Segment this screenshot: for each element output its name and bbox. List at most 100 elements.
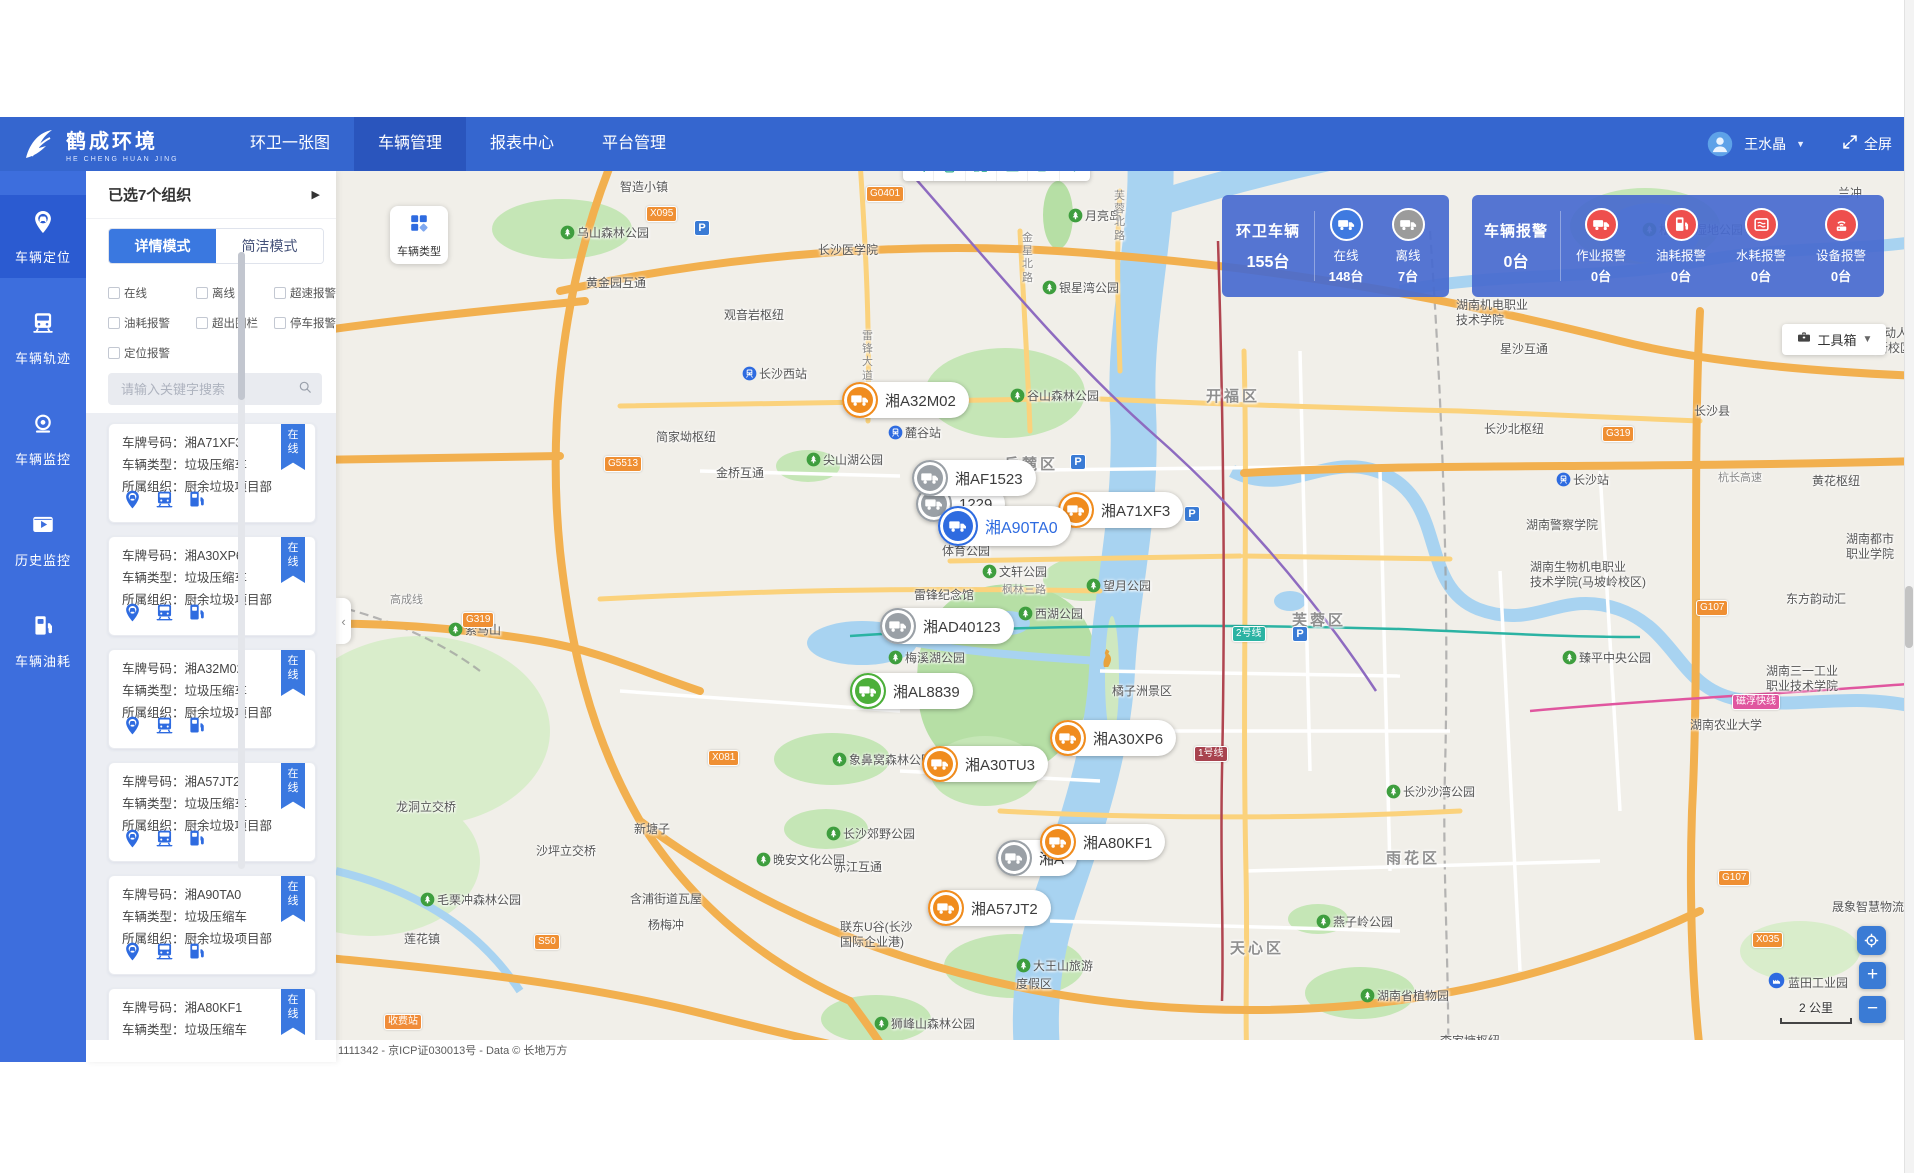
zoom-in-button[interactable]: +	[1859, 962, 1886, 989]
fuel-icon[interactable]	[186, 715, 207, 741]
toolbox-button[interactable]: 工具箱 ▼	[1782, 324, 1886, 355]
list-scrollbar-thumb[interactable]	[238, 252, 245, 400]
status-badge: 在 线	[281, 424, 305, 470]
stat-label: 设备报警	[1816, 245, 1866, 264]
filter-定位报警[interactable]: 定位报警	[108, 345, 196, 361]
vehicle-card[interactable]: 车牌号码：湘A71XF3车辆类型：垃圾压缩车所属组织：厨余垃圾项目部在 线	[108, 423, 316, 523]
nav-item-报表中心[interactable]: 报表中心	[466, 117, 578, 171]
sidebar-item-车辆监控[interactable]: 车辆监控	[0, 397, 86, 480]
fullscreen-button[interactable]: 全屏	[1841, 133, 1892, 156]
fuel-icon[interactable]	[186, 941, 207, 967]
tab-详情模式[interactable]: 详情模式	[109, 229, 216, 263]
checkbox-定位报警[interactable]	[108, 347, 120, 359]
vehicle-marker-plate: 湘AL8839	[893, 681, 960, 702]
vehicle-marker-湘AF1523[interactable]: 湘AF1523	[912, 460, 1036, 496]
vehicle-marker-plate: 湘AD40123	[923, 616, 1001, 637]
map-label: 谷山森林公园	[1010, 388, 1099, 407]
train-icon	[742, 366, 757, 385]
nav-item-车辆管理[interactable]: 车辆管理	[354, 117, 466, 171]
sidebar-item-历史监控[interactable]: 历史监控	[0, 498, 86, 581]
user-avatar-icon[interactable]	[1706, 130, 1734, 158]
park-icon	[1042, 280, 1057, 299]
stats-title-label: 车辆报警	[1484, 220, 1548, 241]
checkbox-停车报警[interactable]	[274, 317, 286, 329]
vehicle-marker-湘A57JT2[interactable]: 湘A57JT2	[928, 890, 1051, 926]
filter-超出围栏[interactable]: 超出围栏	[196, 315, 274, 331]
tab-简洁模式[interactable]: 简洁模式	[216, 229, 323, 263]
vehicle-type-button[interactable]: 车辆类型	[390, 206, 448, 264]
vehicle-marker-湘A90TA0[interactable]: 湘A90TA0	[938, 506, 1071, 546]
sidebar-item-车辆定位[interactable]: 车辆定位	[0, 195, 86, 278]
expand-orgs-arrow-icon[interactable]: ▶	[312, 188, 320, 201]
vehicle-marker-湘A80KF1[interactable]: 湘A80KF1	[1040, 824, 1165, 860]
road-shield-S50: S50	[534, 934, 560, 950]
search-input[interactable]	[108, 382, 297, 397]
map-label: 乌山森林公园	[560, 225, 649, 244]
pin-car-icon[interactable]	[122, 489, 143, 515]
bus-icon[interactable]	[154, 715, 175, 741]
user-name[interactable]: 王水晶	[1744, 134, 1786, 154]
mode-tabs: 详情模式简洁模式	[108, 228, 324, 264]
checkbox-离线[interactable]	[196, 287, 208, 299]
map-label: 雷锋纪念馆	[914, 588, 974, 603]
sidebar-item-车辆轨迹[interactable]: 车辆轨迹	[0, 296, 86, 379]
vehicle-card[interactable]: 车牌号码：湘A32M02车辆类型：垃圾压缩车所属组织：厨余垃圾项目部在 线	[108, 649, 316, 749]
vehicle-panel: 已选7个组织 ▶ 详情模式简洁模式 在线离线超速报警油耗报警超出围栏停车报警定位…	[86, 171, 336, 1062]
pin-car-icon[interactable]	[122, 828, 143, 854]
search-icon[interactable]	[297, 379, 323, 400]
vehicle-card[interactable]: 车牌号码：湘A57JT2车辆类型：垃圾压缩车所属组织：厨余垃圾项目部在 线	[108, 762, 316, 862]
pin-car-icon[interactable]	[122, 941, 143, 967]
road-shield-G0401: G0401	[866, 186, 904, 202]
filter-超速报警[interactable]: 超速报警	[274, 285, 338, 301]
checkbox-油耗报警[interactable]	[108, 317, 120, 329]
browser-scrollbar-thumb[interactable]	[1905, 586, 1913, 648]
pin-car-icon[interactable]	[122, 715, 143, 741]
map-label: 长沙站	[1556, 472, 1609, 491]
pin-car-icon	[30, 209, 56, 240]
vehicle-marker-湘A71XF3[interactable]: 湘A71XF3	[1058, 492, 1183, 528]
parking-icon: P	[1292, 626, 1308, 642]
filter-油耗报警[interactable]: 油耗报警	[108, 315, 196, 331]
fuel-icon[interactable]	[186, 828, 207, 854]
bus-icon[interactable]	[154, 828, 175, 854]
checkbox-超速报警[interactable]	[274, 287, 286, 299]
vehicle-marker-湘A30XP6[interactable]: 湘A30XP6	[1050, 720, 1176, 756]
vehicle-card[interactable]: 车牌号码：湘A90TA0车辆类型：垃圾压缩车所属组织：厨余垃圾项目部在 线	[108, 875, 316, 975]
fuel-icon[interactable]	[186, 489, 207, 515]
vehicle-card[interactable]: 车牌号码：湘A30XP6车辆类型：垃圾压缩车所属组织：厨余垃圾项目部在 线	[108, 536, 316, 636]
sidebar-item-车辆油耗[interactable]: 车辆油耗	[0, 599, 86, 682]
map-label: 杨梅冲	[648, 918, 684, 933]
stat-count: 7台	[1398, 266, 1418, 285]
zoom-out-button[interactable]: −	[1859, 996, 1886, 1023]
locate-button[interactable]	[1857, 926, 1886, 955]
bus-icon[interactable]	[154, 941, 175, 967]
filter-停车报警[interactable]: 停车报警	[274, 315, 338, 331]
bus-icon[interactable]	[154, 602, 175, 628]
map-label-text: 燕子岭公园	[1333, 915, 1393, 929]
pin-car-icon[interactable]	[122, 602, 143, 628]
toolbox-label: 工具箱	[1818, 330, 1857, 349]
filter-在线[interactable]: 在线	[108, 285, 196, 301]
fuel-icon[interactable]	[186, 602, 207, 628]
vehicle-marker-湘AD40123[interactable]: 湘AD40123	[880, 608, 1014, 644]
panel-collapse-button[interactable]: ‹	[336, 598, 351, 644]
checkbox-超出围栏[interactable]	[196, 317, 208, 329]
nav-item-环卫一张图[interactable]: 环卫一张图	[226, 117, 354, 171]
vehicle-marker-湘A32M02[interactable]: 湘A32M02	[842, 382, 969, 418]
vehicle-card[interactable]: 车牌号码：湘A80KF1车辆类型：垃圾压缩车所属组织：厨余垃圾项目部在 线	[108, 988, 316, 1040]
bus-icon[interactable]	[154, 489, 175, 515]
user-chevron-down-icon[interactable]: ▼	[1796, 139, 1805, 149]
nav-item-平台管理[interactable]: 平台管理	[578, 117, 690, 171]
vehicle-marker-湘A30TU3[interactable]: 湘A30TU3	[922, 746, 1048, 782]
checkbox-在线[interactable]	[108, 287, 120, 299]
filter-离线[interactable]: 离线	[196, 285, 274, 301]
map-label: 金桥互通	[716, 466, 764, 481]
water-icon	[1745, 208, 1778, 241]
park-icon	[1016, 958, 1031, 977]
top-navbar: 鹤成环境 HE CHENG HUAN JING 环卫一张图车辆管理报表中心平台管…	[0, 117, 1914, 171]
park-icon	[1018, 606, 1033, 625]
vehicle-marker-湘AL8839[interactable]: 湘AL8839	[850, 673, 973, 709]
map-label: 长沙西站	[742, 366, 807, 385]
map-label-text: 联东U谷(长沙国际企业港)	[840, 920, 913, 949]
map-label-text: 狮峰山森林公园	[891, 1017, 975, 1031]
